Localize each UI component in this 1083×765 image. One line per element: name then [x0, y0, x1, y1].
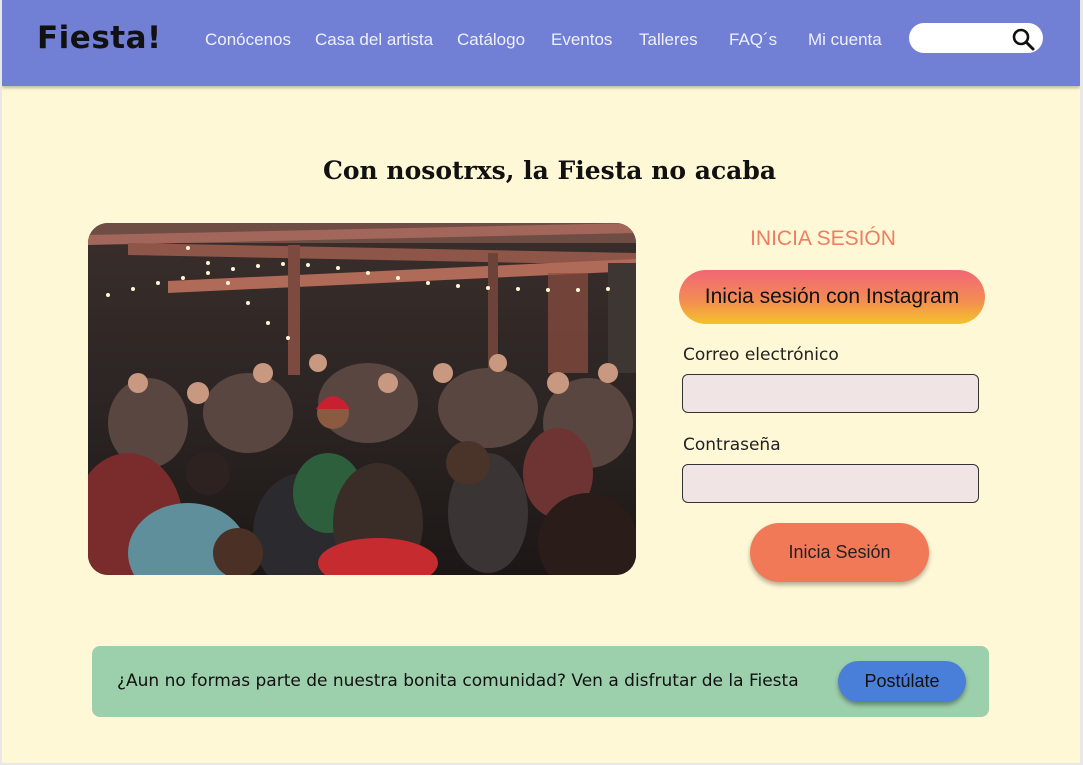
search-icon[interactable] — [1011, 27, 1035, 51]
join-banner: ¿Aun no formas parte de nuestra bonita c… — [92, 646, 989, 717]
nav-link-conocenos[interactable]: Conócenos — [205, 30, 291, 50]
login-submit-button[interactable]: Inicia Sesión — [750, 523, 929, 582]
page: Fiesta! Conócenos Casa del artista Catál… — [2, 0, 1080, 763]
page-headline: Con nosotrxs, la Fiesta no acaba — [322, 156, 777, 185]
join-banner-text: ¿Aun no formas parte de nuestra bonita c… — [117, 671, 799, 691]
nav-link-faqs[interactable]: FAQ´s — [729, 30, 777, 50]
email-field[interactable] — [682, 374, 979, 413]
search-input[interactable] — [921, 27, 1015, 51]
email-label: Correo electrónico — [683, 345, 839, 365]
nav-link-mi-cuenta[interactable]: Mi cuenta — [808, 30, 882, 50]
search-box[interactable] — [909, 23, 1043, 53]
login-title: INICIA SESIÓN — [750, 227, 896, 250]
nav-link-eventos[interactable]: Eventos — [551, 30, 612, 50]
nav-link-casa-del-artista[interactable]: Casa del artista — [315, 30, 433, 50]
site-logo[interactable]: Fiesta! — [37, 20, 162, 56]
nav-link-talleres[interactable]: Talleres — [639, 30, 698, 50]
instagram-login-button[interactable]: Inicia sesión con Instagram — [679, 270, 985, 324]
party-crowd-photo — [88, 223, 636, 575]
password-field[interactable] — [682, 464, 979, 503]
nav-link-catalogo[interactable]: Catálogo — [457, 30, 525, 50]
apply-button[interactable]: Postúlate — [838, 661, 966, 702]
password-label: Contraseña — [683, 435, 781, 455]
top-navbar: Fiesta! Conócenos Casa del artista Catál… — [2, 0, 1080, 86]
